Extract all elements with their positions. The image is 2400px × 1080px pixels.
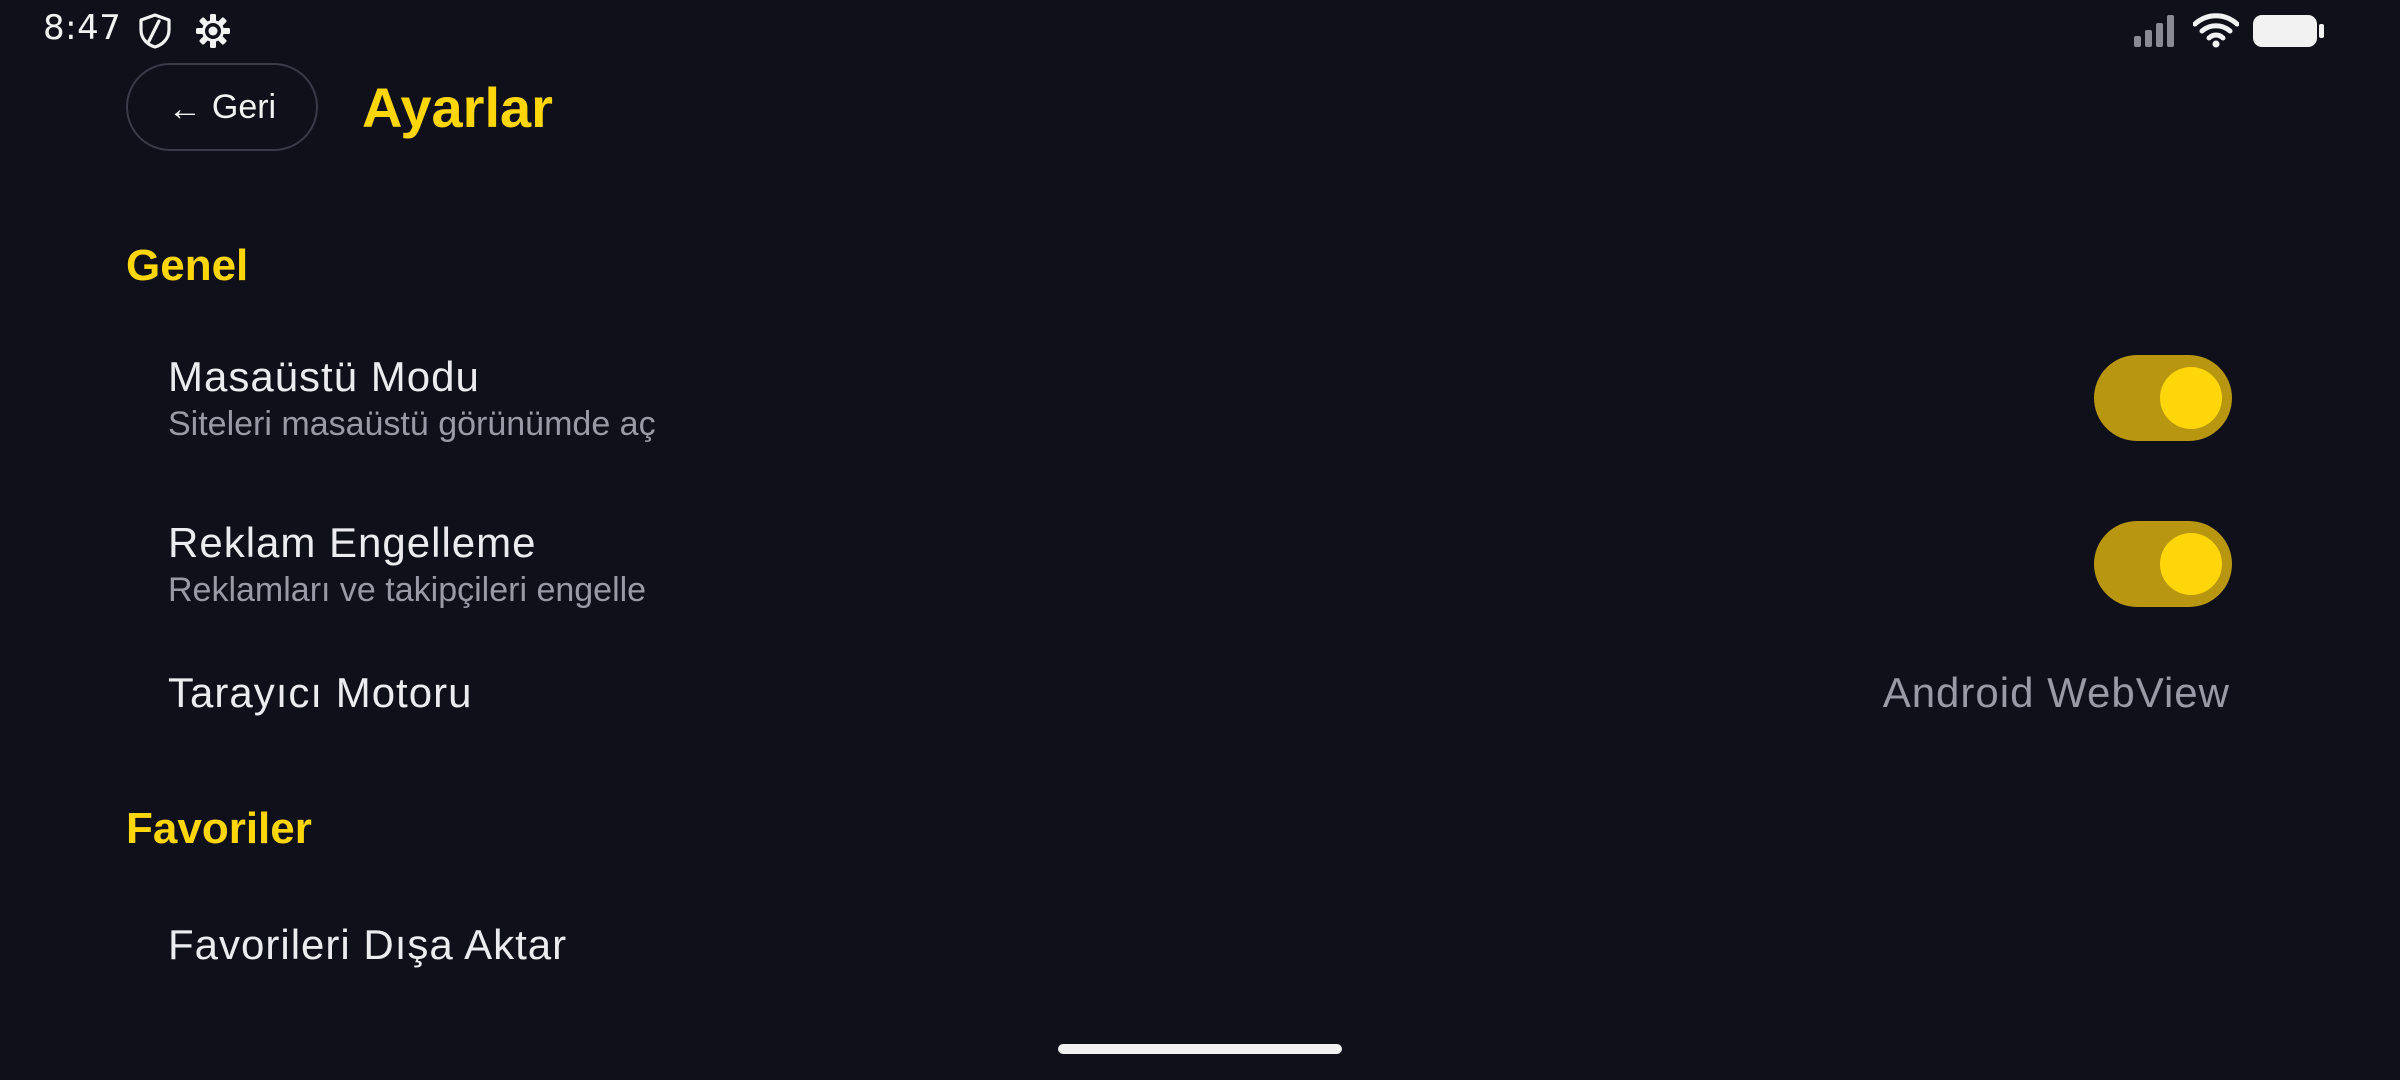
toggle-knob [2160,533,2222,595]
settings-screen: 8:47 ← Geri Ayarlar Genel Masaüstü Modu … [0,0,2400,1080]
browser-engine-value: Android WebView [1882,669,2230,716]
wifi-icon [2193,13,2239,48]
status-bar: 8:47 [0,0,2400,62]
setting-title-desktop-mode: Masaüstü Modu [168,353,480,400]
section-title-general: Genel [126,241,249,290]
setting-title-browser-engine: Tarayıcı Motoru [168,669,473,716]
gear-icon [196,14,230,48]
back-button[interactable]: ← Geri [126,63,318,151]
status-time: 8:47 [43,8,122,48]
setting-subtitle-ad-block: Reklamları ve takipçileri engelle [168,571,647,609]
shield-icon [139,13,171,49]
setting-title-ad-block: Reklam Engelleme [168,519,537,566]
back-arrow-icon: ← [167,89,202,128]
ad-block-toggle[interactable] [2094,521,2232,607]
toggle-knob [2160,367,2222,429]
signal-icon [2134,15,2174,47]
page-title: Ayarlar [362,76,553,139]
setting-subtitle-desktop-mode: Siteleri masaüstü görünümde aç [168,405,656,443]
setting-title-export-favorites: Favorileri Dışa Aktar [168,921,568,968]
back-button-label: Geri [211,87,277,126]
home-indicator[interactable] [1058,1044,1342,1054]
desktop-mode-toggle[interactable] [2094,355,2232,441]
battery-icon [2253,15,2324,47]
section-title-favorites: Favoriler [126,804,312,853]
